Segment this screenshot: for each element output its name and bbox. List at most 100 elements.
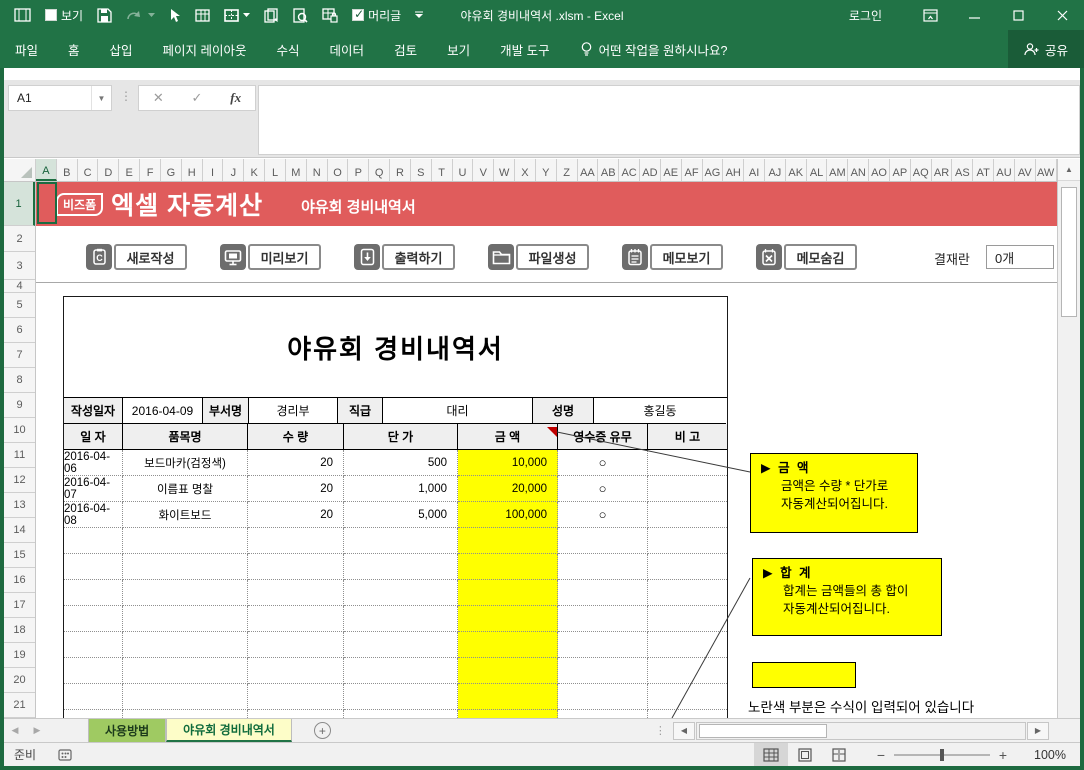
info-label[interactable]: 작성일자 <box>64 398 123 424</box>
column-header[interactable]: AC <box>619 159 641 181</box>
table-cell[interactable] <box>458 606 558 632</box>
table-cell[interactable] <box>458 528 558 554</box>
qat-customize-icon[interactable] <box>415 11 424 19</box>
table-icon[interactable] <box>195 8 210 22</box>
tab-home[interactable]: 홈 <box>53 30 95 68</box>
sheet-tab-usage[interactable]: 사용방법 <box>88 719 167 742</box>
table-cell[interactable] <box>648 606 727 632</box>
table-cell[interactable]: 2016-04-06 <box>64 450 123 476</box>
column-header[interactable]: AS <box>952 159 974 181</box>
table-cell[interactable] <box>558 632 648 658</box>
sheet-tab-expense[interactable]: 야유회 경비내역서 <box>166 719 292 742</box>
column-header[interactable]: R <box>390 159 411 181</box>
column-header[interactable]: AQ <box>911 159 932 181</box>
table-cell[interactable] <box>648 502 727 528</box>
info-value[interactable]: 경리부 <box>249 398 338 424</box>
table-cell[interactable] <box>558 580 648 606</box>
name-box[interactable]: A1 ▼ <box>8 85 112 111</box>
table-cell[interactable] <box>558 554 648 580</box>
row-header[interactable]: 4 <box>4 280 35 293</box>
column-header[interactable]: I <box>203 159 224 181</box>
table-cell[interactable] <box>344 658 458 684</box>
approval-count-box[interactable]: 0개 <box>986 245 1054 269</box>
chevron-down-icon[interactable]: ▼ <box>91 86 111 110</box>
table-cell[interactable] <box>648 528 727 554</box>
row-header[interactable]: 13 <box>4 493 35 518</box>
row-header[interactable]: 6 <box>4 318 35 343</box>
row-header[interactable]: 20 <box>4 668 35 693</box>
redo-icon[interactable] <box>126 9 156 22</box>
borders-grid-icon[interactable] <box>224 8 251 22</box>
table-cell[interactable] <box>458 554 558 580</box>
column-header[interactable]: AR <box>932 159 953 181</box>
column-header[interactable]: AM <box>827 159 849 181</box>
column-header[interactable]: K <box>244 159 266 181</box>
sheet-nav-right-icon[interactable]: ▶ <box>26 719 48 742</box>
macro-record-icon[interactable] <box>58 748 72 761</box>
column-header[interactable]: AW <box>1036 159 1057 181</box>
table-cell[interactable] <box>458 658 558 684</box>
column-header[interactable]: AK <box>786 159 807 181</box>
table-cell[interactable] <box>123 580 248 606</box>
row-header[interactable]: 15 <box>4 543 35 568</box>
table-cell[interactable]: 20,000 <box>458 476 558 502</box>
column-header[interactable]: AT <box>973 159 995 181</box>
column-header[interactable]: M <box>286 159 307 181</box>
column-header[interactable]: H <box>182 159 203 181</box>
파일생성-button[interactable]: 파일생성 <box>488 244 589 270</box>
select-all-corner[interactable] <box>4 159 36 181</box>
table-cell[interactable] <box>648 658 727 684</box>
column-header[interactable]: U <box>453 159 474 181</box>
column-header[interactable]: Q <box>369 159 391 181</box>
share-button[interactable]: 공유 <box>1008 30 1084 68</box>
scroll-up-icon[interactable]: ▲ <box>1058 159 1080 181</box>
tab-view[interactable]: 보기 <box>432 30 485 68</box>
table-cell[interactable] <box>344 710 458 718</box>
table-cell[interactable] <box>648 476 727 502</box>
column-header[interactable]: T <box>432 159 453 181</box>
close-button[interactable] <box>1040 0 1084 30</box>
tab-data[interactable]: 데이터 <box>315 30 380 68</box>
table-cell[interactable]: 5,000 <box>344 502 458 528</box>
table-cell[interactable] <box>248 710 344 718</box>
zoom-slider-handle[interactable] <box>940 748 944 761</box>
table-cell[interactable] <box>123 528 248 554</box>
print-preview-icon[interactable] <box>293 7 308 23</box>
table-cell[interactable] <box>648 710 727 718</box>
table-cell[interactable]: 보드마카(검정색) <box>123 450 248 476</box>
info-label[interactable]: 성명 <box>533 398 594 424</box>
row-header[interactable]: 12 <box>4 468 35 493</box>
column-header[interactable]: D <box>98 159 120 181</box>
tell-me-box[interactable]: 어떤 작업을 원하시나요? <box>565 40 744 59</box>
table-cell[interactable] <box>344 632 458 658</box>
row-header[interactable]: 17 <box>4 593 35 618</box>
column-header[interactable]: AI <box>744 159 765 181</box>
table-cell[interactable]: 2016-04-08 <box>64 502 123 528</box>
zoom-out-icon[interactable]: − <box>870 747 892 763</box>
table-cell[interactable]: 20 <box>248 450 344 476</box>
row-header[interactable]: 21 <box>4 693 35 718</box>
table-cell[interactable]: 100,000 <box>458 502 558 528</box>
ribbon-display-options-icon[interactable] <box>908 0 952 30</box>
table-cell[interactable] <box>248 606 344 632</box>
col-header-date[interactable]: 일 자 <box>64 424 123 450</box>
horizontal-scrollbar[interactable]: ◀ ▶ <box>672 719 1050 742</box>
scroll-right-icon[interactable]: ▶ <box>1027 721 1049 740</box>
table-cell[interactable] <box>123 632 248 658</box>
col-header-amount[interactable]: 금 액 <box>458 424 558 450</box>
zoom-in-icon[interactable]: + <box>992 747 1014 763</box>
column-header[interactable]: C <box>78 159 99 181</box>
insert-function-icon[interactable]: fx <box>216 86 255 110</box>
table-cell[interactable] <box>248 554 344 580</box>
column-header[interactable]: B <box>57 159 78 181</box>
table-cell[interactable] <box>123 658 248 684</box>
table-cell[interactable]: 이름표 명찰 <box>123 476 248 502</box>
table-cell[interactable] <box>458 710 558 718</box>
add-sheet-icon[interactable]: + <box>313 722 331 739</box>
table-cell[interactable]: 20 <box>248 502 344 528</box>
normal-view-icon[interactable] <box>754 743 788 766</box>
table-cell[interactable] <box>64 554 123 580</box>
table-cell[interactable] <box>64 528 123 554</box>
header-checkbox[interactable]: 머리글 <box>352 7 401 24</box>
column-header[interactable]: AN <box>848 159 870 181</box>
